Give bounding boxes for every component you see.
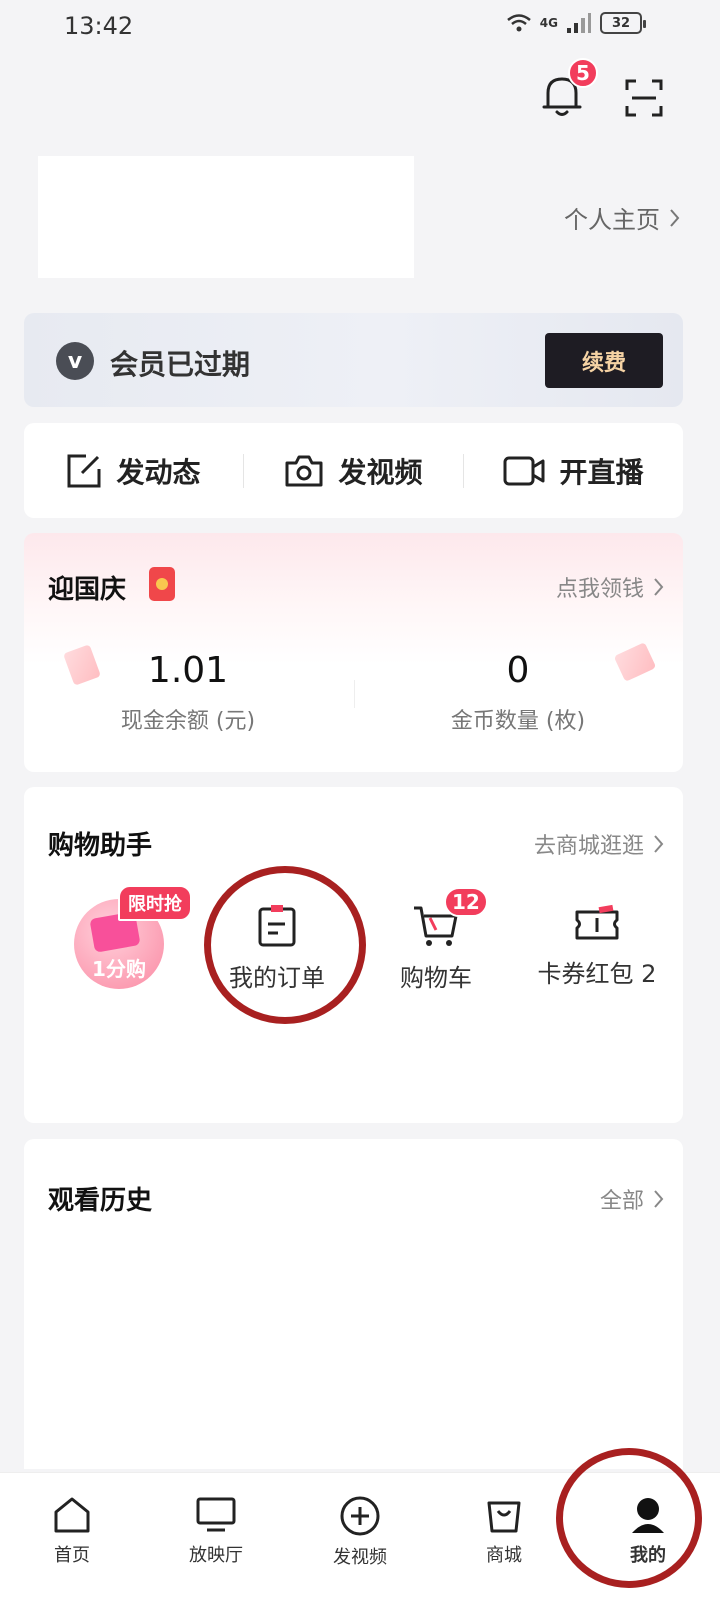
scan-icon bbox=[625, 79, 663, 117]
tab-post-video-label: 发视频 bbox=[333, 1547, 387, 1568]
network-type: 4G bbox=[539, 16, 558, 30]
shopping-assistant-title: 购物助手 bbox=[48, 831, 153, 861]
tab-mall[interactable]: 商城 bbox=[432, 1473, 576, 1600]
tab-post-video[interactable]: 发视频 bbox=[288, 1473, 432, 1600]
go-live-label: 开直播 bbox=[559, 455, 644, 489]
vip-status-text: 会员已过期 bbox=[110, 348, 251, 381]
tab-home-label: 首页 bbox=[54, 1545, 90, 1566]
vip-logo-icon: v bbox=[56, 342, 94, 380]
battery-indicator: 32 bbox=[600, 12, 646, 34]
event-title: 迎国庆 bbox=[48, 575, 127, 605]
tab-cinema-label: 放映厅 bbox=[189, 1545, 243, 1566]
coupons-button[interactable]: 卡券红包 2 bbox=[532, 904, 662, 989]
view-all-history-link[interactable]: 全部 bbox=[600, 1183, 664, 1215]
profile-info-block[interactable] bbox=[38, 156, 414, 278]
annotation-circle bbox=[556, 1448, 702, 1588]
coin-count-label: 金币数量 (枚) bbox=[450, 709, 586, 734]
cash-balance-label: 现金余额 (元) bbox=[120, 709, 256, 734]
chevron-right-icon bbox=[670, 208, 680, 227]
video-camera-icon bbox=[503, 456, 545, 485]
coupons-label: 卡券红包 2 bbox=[537, 960, 657, 988]
post-dynamic-label: 发动态 bbox=[116, 455, 201, 489]
cash-balance-value: 1.01 bbox=[147, 650, 229, 691]
plus-circle-icon bbox=[340, 1496, 380, 1536]
go-to-mall-label: 去商城逛逛 bbox=[533, 834, 644, 859]
edit-icon bbox=[67, 454, 101, 487]
home-icon bbox=[54, 1497, 90, 1533]
status-icons: 4G 32 bbox=[506, 12, 646, 34]
chevron-right-icon bbox=[654, 578, 664, 596]
annotation-circle bbox=[204, 866, 366, 1024]
post-video-button[interactable]: 发视频 bbox=[244, 451, 463, 491]
flash-sale-label: 1分购 bbox=[92, 957, 146, 981]
red-envelope-icon bbox=[149, 567, 175, 601]
tab-cinema[interactable]: 放映厅 bbox=[144, 1473, 288, 1600]
tv-icon bbox=[196, 1497, 236, 1532]
go-live-button[interactable]: 开直播 bbox=[464, 451, 683, 491]
go-to-mall-link[interactable]: 去商城逛逛 bbox=[534, 828, 664, 860]
tab-home[interactable]: 首页 bbox=[0, 1473, 144, 1600]
cart-count-badge: 12 bbox=[444, 887, 488, 917]
coin-count-value: 0 bbox=[506, 650, 530, 691]
flash-sale-tag: 限时抢 bbox=[118, 885, 192, 921]
ticket-icon bbox=[575, 904, 619, 940]
post-actions-card: 发动态 发视频 开直播 bbox=[24, 423, 683, 518]
claim-money-link[interactable]: 点我领钱 bbox=[556, 571, 664, 603]
chevron-right-icon bbox=[654, 835, 664, 853]
scan-button[interactable] bbox=[620, 74, 668, 122]
shopping-bag-icon bbox=[487, 1501, 521, 1533]
profile-homepage-label: 个人主页 bbox=[564, 206, 660, 234]
watch-history-title: 观看历史 bbox=[48, 1186, 153, 1216]
renew-button[interactable]: 续费 bbox=[545, 333, 663, 388]
claim-money-label: 点我领钱 bbox=[555, 577, 644, 602]
post-dynamic-button[interactable]: 发动态 bbox=[24, 451, 243, 491]
shopping-cart-button[interactable]: 购物车 bbox=[386, 904, 486, 993]
chevron-right-icon bbox=[654, 1190, 664, 1208]
shopping-cart-label: 购物车 bbox=[400, 964, 472, 992]
view-all-history-label: 全部 bbox=[599, 1189, 644, 1214]
coin-count[interactable]: 0 金币数量 (枚) bbox=[418, 650, 618, 735]
camera-icon bbox=[285, 455, 323, 486]
wifi-icon bbox=[507, 14, 531, 32]
divider bbox=[354, 680, 355, 708]
cash-balance[interactable]: 1.01 现金余额 (元) bbox=[88, 650, 288, 735]
post-video-label: 发视频 bbox=[338, 455, 423, 489]
notification-badge: 5 bbox=[568, 58, 598, 88]
status-time: 13:42 bbox=[64, 12, 134, 40]
tab-mall-label: 商城 bbox=[486, 1545, 522, 1566]
profile-homepage-link[interactable]: 个人主页 bbox=[564, 200, 680, 235]
signal-icon bbox=[567, 13, 591, 33]
